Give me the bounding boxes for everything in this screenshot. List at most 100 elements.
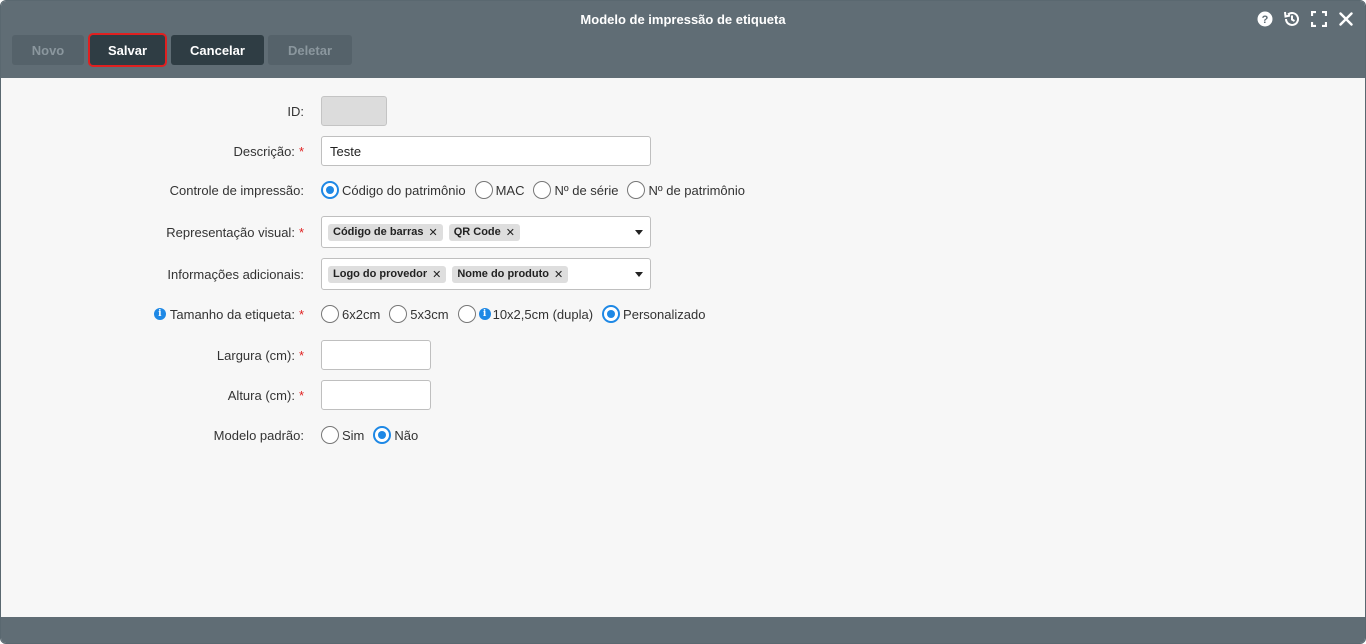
radio-mac[interactable]: MAC xyxy=(474,181,525,199)
tag-label: Logo do provedor xyxy=(333,268,428,280)
tag-label: Código de barras xyxy=(333,226,424,238)
radio-sim[interactable]: Sim xyxy=(321,426,364,444)
radio-personalizado[interactable]: Personalizado xyxy=(602,305,705,323)
description-label-text: Descrição: xyxy=(233,143,295,159)
visual-representation-label-text: Representação visual: xyxy=(166,224,295,240)
description-label: Descrição: * xyxy=(234,136,304,166)
radio-label: Código do patrimônio xyxy=(342,182,466,198)
radio-unchecked-icon xyxy=(474,181,493,199)
radio-10x2-5cm[interactable]: i 10x2,5cm (dupla) xyxy=(457,305,594,323)
modal-window: Modelo de impressão de etiqueta ? Novo S… xyxy=(0,0,1366,644)
print-control-label-text: Controle de impressão: xyxy=(169,182,304,198)
print-control-row: Controle de impressão: Código do patrimô… xyxy=(1,175,1365,205)
fullscreen-icon[interactable] xyxy=(1309,9,1328,28)
width-row: Largura (cm): * xyxy=(1,340,1365,370)
default-model-label-text: Modelo padrão: xyxy=(213,427,304,443)
radio-label: Sim xyxy=(342,427,365,443)
window-header: Modelo de impressão de etiqueta ? Novo S… xyxy=(1,1,1365,78)
default-model-row: Modelo padrão: Sim Não xyxy=(1,420,1365,450)
description-field-wrap: Teste xyxy=(321,136,651,166)
radio-label: 10x2,5cm (dupla) xyxy=(492,306,594,322)
radio-codigo-patrimonio[interactable]: Código do patrimônio xyxy=(321,181,466,199)
window-footer xyxy=(1,617,1365,643)
radio-label: Personalizado xyxy=(623,306,706,322)
dropdown-caret-icon[interactable] xyxy=(635,230,643,235)
required-marker: * xyxy=(298,347,304,363)
required-marker: * xyxy=(298,143,304,159)
label-size-label-text: Tamanho da etiqueta: xyxy=(169,306,295,322)
close-icon[interactable] xyxy=(1336,9,1355,28)
new-button[interactable]: Novo xyxy=(12,35,84,65)
visual-representation-label: Representação visual: * xyxy=(166,216,304,248)
additional-info-multiselect[interactable]: Logo do provedor ✕ Nome do produto ✕ xyxy=(321,258,651,290)
radio-unchecked-icon xyxy=(627,181,646,199)
height-field[interactable] xyxy=(321,380,431,410)
remove-tag-icon[interactable]: ✕ xyxy=(506,226,515,239)
height-label: Altura (cm): * xyxy=(228,380,304,410)
id-label-text: ID: xyxy=(287,103,304,119)
radio-nao[interactable]: Não xyxy=(373,426,418,444)
radio-label: Nº de patrimônio xyxy=(648,182,745,198)
radio-numero-patrimonio[interactable]: Nº de patrimônio xyxy=(627,181,745,199)
info-icon[interactable]: i xyxy=(153,308,166,320)
cancel-button[interactable]: Cancelar xyxy=(171,35,264,65)
label-size-label: i Tamanho da etiqueta: * xyxy=(153,299,304,329)
width-label-text: Largura (cm): xyxy=(216,347,295,363)
save-button[interactable]: Salvar xyxy=(90,35,165,65)
visual-representation-field-wrap: Código de barras ✕ QR Code ✕ xyxy=(321,216,651,248)
window-controls: ? xyxy=(1255,9,1355,28)
radio-checked-icon xyxy=(321,181,339,199)
tag-codigo-barras: Código de barras ✕ xyxy=(328,223,443,241)
id-row: ID: xyxy=(1,96,1365,126)
help-icon[interactable]: ? xyxy=(1255,9,1274,28)
radio-label: 6x2cm xyxy=(342,306,381,322)
height-field-wrap xyxy=(321,380,431,410)
tag-label: QR Code xyxy=(453,226,501,238)
dropdown-caret-icon[interactable] xyxy=(635,272,643,277)
print-control-group: Código do patrimônio MAC Nº de série Nº … xyxy=(321,175,754,205)
required-marker: * xyxy=(298,387,304,403)
width-field-wrap xyxy=(321,340,431,370)
height-label-text: Altura (cm): xyxy=(227,387,295,403)
history-icon[interactable] xyxy=(1282,9,1301,28)
radio-5x3cm[interactable]: 5x3cm xyxy=(389,305,449,323)
height-row: Altura (cm): * xyxy=(1,380,1365,410)
visual-representation-multiselect[interactable]: Código de barras ✕ QR Code ✕ xyxy=(321,216,651,248)
additional-info-label-text: Informações adicionais: xyxy=(167,266,304,282)
description-row: Descrição: * Teste xyxy=(1,136,1365,166)
additional-info-label: Informações adicionais: xyxy=(167,258,304,290)
svg-text:?: ? xyxy=(1261,14,1268,26)
tag-nome-produto: Nome do produto ✕ xyxy=(452,265,569,283)
tag-label: Nome do produto xyxy=(457,268,549,280)
radio-unchecked-icon xyxy=(321,305,339,323)
radio-checked-icon xyxy=(602,305,621,323)
id-field-wrap xyxy=(321,96,387,126)
radio-unchecked-icon xyxy=(533,181,552,199)
radio-numero-serie[interactable]: Nº de série xyxy=(533,181,618,199)
radio-checked-icon xyxy=(373,426,392,444)
width-field[interactable] xyxy=(321,340,431,370)
toolbar: Novo Salvar Cancelar Deletar xyxy=(12,35,352,65)
id-label: ID: xyxy=(287,96,304,126)
description-field[interactable]: Teste xyxy=(321,136,651,166)
required-marker: * xyxy=(298,306,304,322)
default-model-label: Modelo padrão: xyxy=(214,420,304,450)
delete-button[interactable]: Deletar xyxy=(268,35,352,65)
radio-unchecked-icon xyxy=(389,305,408,323)
tag-qr-code: QR Code ✕ xyxy=(448,223,520,241)
id-field[interactable] xyxy=(321,96,387,126)
print-control-label: Controle de impressão: xyxy=(170,175,304,205)
visual-representation-row: Representação visual: * Código de barras ✕… xyxy=(1,216,1365,248)
radio-6x2cm[interactable]: 6x2cm xyxy=(321,305,380,323)
width-label: Largura (cm): * xyxy=(217,340,304,370)
info-icon[interactable]: i xyxy=(478,308,491,320)
remove-tag-icon[interactable]: ✕ xyxy=(554,268,563,281)
remove-tag-icon[interactable]: ✕ xyxy=(428,226,437,239)
additional-info-row: Informações adicionais: Logo do provedor… xyxy=(1,258,1365,290)
radio-unchecked-icon xyxy=(457,305,476,323)
radio-label: Não xyxy=(394,427,419,443)
remove-tag-icon[interactable]: ✕ xyxy=(432,268,441,281)
additional-info-field-wrap: Logo do provedor ✕ Nome do produto ✕ xyxy=(321,258,651,290)
radio-label: MAC xyxy=(495,182,525,198)
tag-logo-provedor: Logo do provedor ✕ xyxy=(328,265,447,283)
